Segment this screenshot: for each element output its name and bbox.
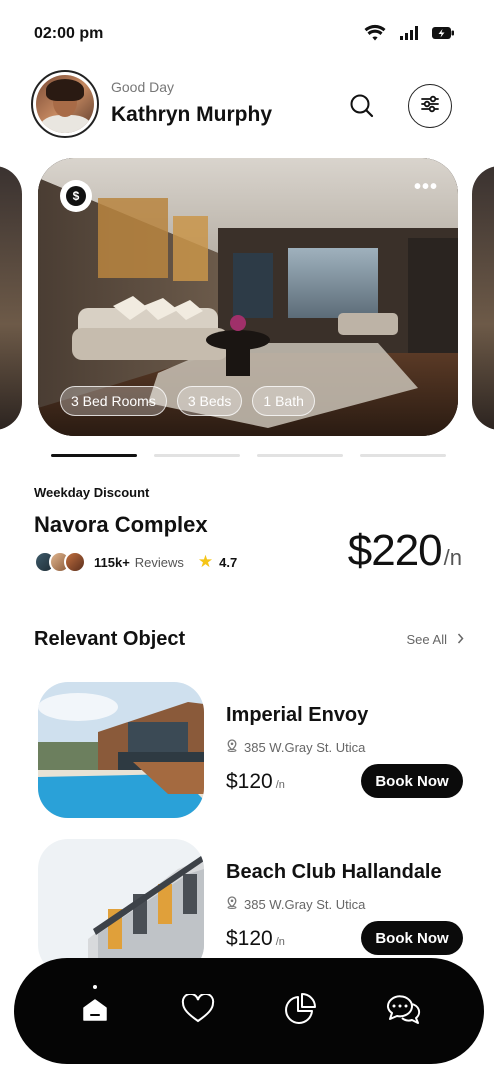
property-title: Imperial Envoy bbox=[226, 704, 369, 726]
price-amount: $120 bbox=[226, 770, 273, 793]
page-indicator[interactable] bbox=[257, 454, 343, 457]
active-indicator bbox=[93, 985, 98, 989]
book-now-button[interactable]: Book Now bbox=[361, 921, 463, 955]
property-photo bbox=[38, 682, 204, 818]
chat-icon bbox=[385, 992, 421, 1031]
price-amount: $220 bbox=[347, 526, 443, 575]
filter-button[interactable] bbox=[408, 84, 452, 128]
chevron-right-icon bbox=[457, 632, 464, 647]
see-all-label: See All bbox=[406, 632, 447, 647]
property-card[interactable]: Imperial Envoy 385 W.Gray St. Utica $120… bbox=[38, 682, 468, 818]
nav-messages[interactable] bbox=[375, 983, 431, 1039]
status-icons bbox=[364, 24, 454, 42]
more-icon[interactable]: ••• bbox=[414, 177, 438, 197]
book-now-button[interactable]: Book Now bbox=[361, 764, 463, 798]
featured-price: $220 /n bbox=[348, 526, 462, 576]
nav-favorites[interactable] bbox=[170, 983, 226, 1039]
reviewer-avatars bbox=[34, 551, 86, 573]
price-amount: $120 bbox=[226, 927, 273, 950]
discount-tag: Weekday Discount bbox=[34, 485, 150, 500]
page-indicator[interactable] bbox=[360, 454, 446, 457]
user-name: Kathryn Murphy bbox=[111, 103, 273, 126]
header: Good Day Kathryn Murphy bbox=[0, 70, 494, 140]
chip-bath: 1 Bath bbox=[252, 386, 315, 416]
next-slide[interactable] bbox=[472, 166, 494, 430]
reviews-row: 115k+ Reviews ★ 4.7 bbox=[34, 551, 237, 573]
section-title: Relevant Object bbox=[34, 628, 186, 650]
location-pin-icon bbox=[226, 896, 238, 912]
heart-icon bbox=[181, 992, 215, 1029]
signal-icon bbox=[400, 26, 418, 40]
price-unit: /n bbox=[275, 779, 285, 791]
previous-slide[interactable] bbox=[0, 166, 22, 430]
page-indicator[interactable] bbox=[154, 454, 240, 457]
avatar-photo bbox=[36, 75, 94, 133]
status-time: 02:00 pm bbox=[34, 25, 104, 42]
property-photo bbox=[38, 839, 204, 975]
search-button[interactable] bbox=[344, 90, 380, 126]
see-all-link[interactable]: See All bbox=[407, 632, 464, 647]
star-icon: ★ bbox=[197, 552, 214, 571]
address-text: 385 W.Gray St. Utica bbox=[244, 896, 366, 912]
nav-stats[interactable] bbox=[272, 983, 328, 1039]
search-icon bbox=[349, 93, 375, 124]
address-text: 385 W.Gray St. Utica bbox=[244, 739, 366, 755]
battery-charging-icon bbox=[432, 26, 454, 40]
feature-chips: 3 Bed Rooms 3 Beds 1 Bath bbox=[60, 386, 315, 416]
avatar[interactable] bbox=[31, 70, 99, 138]
location-pin-icon bbox=[226, 739, 238, 755]
chip-beds: 3 Beds bbox=[176, 386, 243, 416]
featured-carousel[interactable]: $ ••• 3 Bed Rooms 3 Beds 1 Bath bbox=[0, 158, 494, 436]
rating-value: 4.7 bbox=[219, 554, 238, 570]
avatar bbox=[64, 551, 86, 573]
pie-chart-icon bbox=[283, 992, 317, 1031]
greeting-text: Good Day bbox=[111, 79, 175, 95]
featured-name: Navora Complex bbox=[34, 512, 208, 537]
property-card[interactable]: Beach Club Hallandale 385 W.Gray St. Uti… bbox=[38, 839, 468, 975]
property-address: 385 W.Gray St. Utica bbox=[226, 896, 365, 912]
review-label: Reviews bbox=[134, 554, 184, 570]
review-count: 115k+ bbox=[94, 554, 130, 570]
property-address: 385 W.Gray St. Utica bbox=[226, 739, 365, 755]
property-price: $120 /n bbox=[226, 770, 285, 794]
price-unit: /n bbox=[275, 936, 285, 948]
price-unit: /n bbox=[443, 545, 462, 570]
property-title: Beach Club Hallandale bbox=[226, 861, 442, 883]
dollar-icon[interactable]: $ bbox=[60, 180, 92, 212]
bottom-nav bbox=[14, 958, 484, 1064]
property-price: $120 /n bbox=[226, 927, 285, 951]
wifi-icon bbox=[364, 24, 386, 42]
home-icon bbox=[80, 994, 110, 1029]
status-bar: 02:00 pm bbox=[0, 0, 494, 70]
featured-card[interactable]: $ ••• 3 Bed Rooms 3 Beds 1 Bath bbox=[38, 158, 458, 436]
nav-home[interactable] bbox=[67, 983, 123, 1039]
page-indicator-active[interactable] bbox=[51, 454, 137, 457]
carousel-pagination bbox=[51, 454, 446, 457]
chip-bed-rooms: 3 Bed Rooms bbox=[60, 386, 167, 416]
filter-icon bbox=[420, 95, 440, 118]
